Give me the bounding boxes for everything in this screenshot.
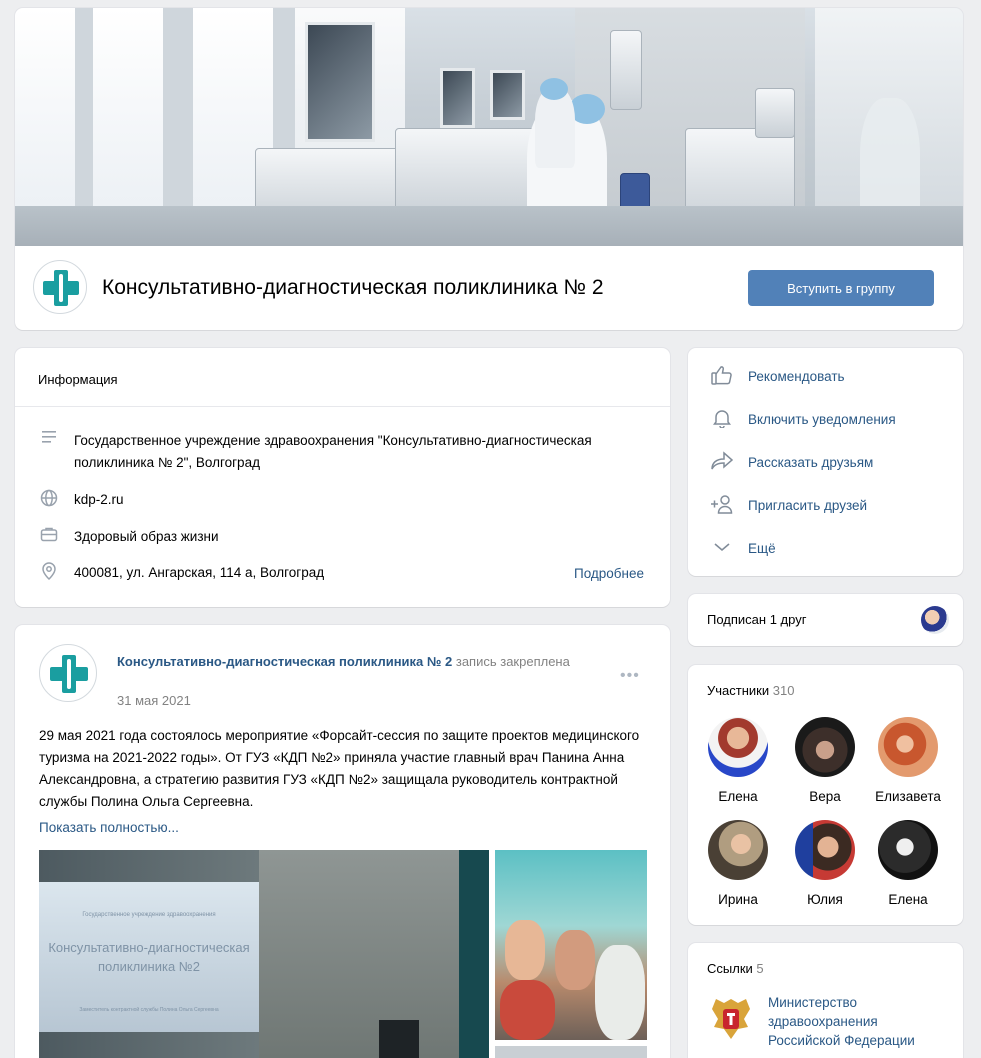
ministry-emblem-icon[interactable] (708, 993, 754, 1043)
show-more-link[interactable]: Показать полностью... (39, 820, 179, 835)
member-item[interactable]: Юлия (785, 820, 865, 907)
more-action[interactable]: Ещё (708, 536, 776, 560)
avatar (795, 717, 855, 777)
member-name: Елизавета (875, 789, 941, 804)
actions-menu: Рекомендовать Включить уведомления Расск… (688, 348, 963, 576)
action-label: Пригласить друзей (748, 497, 868, 513)
info-description-row: Государственное учреждение здравоохранен… (38, 430, 594, 474)
share-action[interactable]: Рассказать друзьям (708, 450, 873, 474)
member-item[interactable]: Елизавета (868, 717, 948, 804)
links-count: 5 (756, 961, 764, 976)
notifications-action[interactable]: Включить уведомления (708, 407, 896, 431)
friends-label: Подписан 1 друг (707, 612, 807, 627)
website-link[interactable]: kdp-2.ru (74, 489, 124, 511)
links-title[interactable]: Ссылки 5 (707, 961, 764, 976)
globe-icon (38, 489, 60, 507)
share-icon (708, 451, 736, 473)
bell-icon (708, 408, 736, 430)
action-label: Рекомендовать (748, 368, 845, 384)
pinned-label: запись закреплена (455, 654, 570, 669)
member-name: Юлия (807, 892, 843, 907)
friends-subscribed[interactable]: Подписан 1 друг (688, 594, 963, 646)
member-item[interactable]: Ирина (698, 820, 778, 907)
post-author-avatar[interactable] (39, 644, 97, 702)
post-date[interactable]: 31 мая 2021 (117, 693, 191, 708)
post-text: 29 мая 2021 года состоялось мероприятие … (39, 728, 640, 809)
action-label: Рассказать друзьям (748, 454, 874, 470)
members-card: Участники 310 Елена Вера Елизавета Ирина… (688, 665, 963, 925)
post-menu-icon[interactable]: ••• (620, 667, 640, 685)
group-logo[interactable] (33, 260, 87, 314)
info-website-row[interactable]: kdp-2.ru (38, 489, 124, 511)
info-category-row: Здоровый образ жизни (38, 526, 219, 548)
info-address-row[interactable]: 400081, ул. Ангарская, 114 а, Волгоград (38, 562, 324, 584)
post-photo-main[interactable]: Государственное учреждение здравоохранен… (39, 850, 489, 1058)
invite-action[interactable]: Пригласить друзей (708, 493, 867, 517)
member-item[interactable]: Елена (868, 820, 948, 907)
join-group-button[interactable]: Вступить в группу (748, 270, 934, 306)
more-info-link[interactable]: Подробнее (574, 566, 644, 581)
info-category: Здоровый образ жизни (74, 529, 219, 544)
avatar (878, 820, 938, 880)
address-link[interactable]: 400081, ул. Ангарская, 114 а, Волгоград (74, 562, 324, 584)
action-label: Включить уведомления (748, 411, 896, 427)
ministry-link[interactable]: Министерство здравоохранения Российской … (768, 993, 948, 1050)
post-header: Консультативно-диагностическая поликлини… (117, 653, 577, 671)
chevron-down-icon (708, 537, 736, 559)
add-person-icon (708, 494, 736, 516)
links-label: Ссылки (707, 961, 753, 976)
member-name: Елена (888, 892, 928, 907)
avatar (708, 820, 768, 880)
member-name: Елена (718, 789, 758, 804)
members-label: Участники (707, 683, 770, 698)
post-author-link[interactable]: Консультативно-диагностическая поликлини… (117, 654, 452, 669)
group-header: Консультативно-диагностическая поликлини… (15, 8, 963, 330)
member-name: Ирина (718, 892, 758, 907)
avatar (795, 820, 855, 880)
info-title: Информация (38, 372, 118, 387)
cover-image (15, 8, 963, 246)
slide-line: Заместитель контрактной службы Полина Ол… (79, 1007, 219, 1013)
avatar (878, 717, 938, 777)
description-icon (38, 430, 60, 448)
divider (15, 406, 670, 407)
slide-line: Консультативно-диагностическая (48, 940, 250, 955)
members-title[interactable]: Участники 310 (707, 683, 794, 698)
group-title: Консультативно-диагностическая поликлини… (102, 276, 604, 299)
links-card: Ссылки 5 Министерство здравоохранения Ро… (688, 943, 963, 1058)
member-item[interactable]: Вера (785, 717, 865, 804)
briefcase-icon (38, 526, 60, 544)
pinned-post: Консультативно-диагностическая поликлини… (15, 625, 670, 1058)
info-card: Информация Государственное учреждение зд… (15, 348, 670, 607)
info-description: Государственное учреждение здравоохранен… (74, 433, 592, 470)
post-photo-audience[interactable] (495, 850, 647, 1040)
location-icon (38, 562, 60, 581)
member-name: Вера (809, 789, 841, 804)
member-item[interactable]: Елена (698, 717, 778, 804)
action-label: Ещё (748, 540, 776, 556)
slide-line: Государственное учреждение здравоохранен… (82, 912, 216, 918)
slide-line: поликлиника №2 (98, 959, 200, 974)
avatar (708, 717, 768, 777)
post-photo-small[interactable] (495, 1046, 647, 1058)
members-count: 310 (772, 683, 795, 698)
projector-screen: Государственное учреждение здравоохранен… (39, 882, 259, 1032)
friend-avatar[interactable] (921, 606, 949, 634)
thumbs-up-icon (708, 365, 736, 387)
recommend-action[interactable]: Рекомендовать (708, 364, 845, 388)
